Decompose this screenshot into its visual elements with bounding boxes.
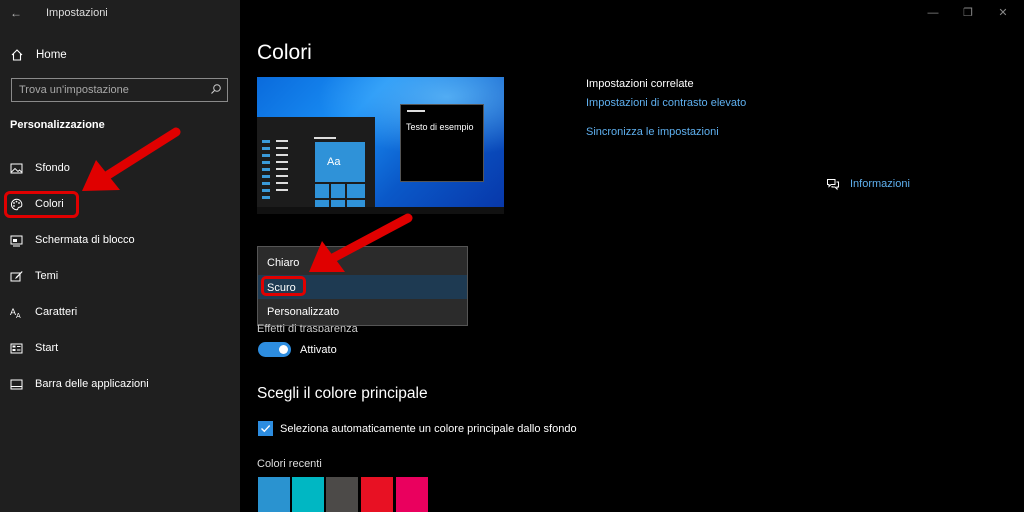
search-icon[interactable] bbox=[210, 83, 222, 95]
titlebar: ← Impostazioni bbox=[0, 0, 240, 26]
transparency-toggle[interactable] bbox=[258, 342, 291, 357]
start-icon bbox=[10, 343, 23, 353]
sidebar-item-label: Barra delle applicazioni bbox=[35, 378, 149, 390]
checkmark-icon bbox=[261, 425, 271, 433]
sidebar-item-label: Temi bbox=[35, 270, 59, 282]
preview-tile bbox=[331, 184, 345, 198]
dropdown-option-personalizzato[interactable]: Personalizzato bbox=[258, 299, 467, 323]
preview-sample-text: Testo di esempio bbox=[406, 122, 474, 132]
sidebar-item-sfondo[interactable]: Sfondo bbox=[10, 159, 70, 177]
svg-text:A: A bbox=[16, 313, 21, 319]
section-title: Personalizzazione bbox=[10, 119, 105, 131]
font-icon: AA bbox=[10, 307, 21, 319]
preview-app-list bbox=[262, 140, 272, 203]
search-box[interactable] bbox=[11, 78, 228, 102]
recent-color-swatch[interactable] bbox=[292, 477, 324, 512]
taskbar-icon bbox=[10, 379, 23, 389]
preview-app-lines bbox=[276, 140, 288, 196]
minimize-icon[interactable]: — bbox=[926, 6, 940, 20]
sidebar-item-schermata-di-blocco[interactable]: Schermata di blocco bbox=[10, 231, 135, 249]
sidebar-item-temi[interactable]: Temi bbox=[10, 267, 58, 285]
preview-window: Testo di esempio bbox=[400, 104, 484, 182]
preview-taskbar bbox=[257, 207, 504, 214]
preview-tile bbox=[315, 184, 329, 198]
sidebar: ← Impostazioni Home Personalizzazione Sf… bbox=[0, 0, 240, 512]
search-input[interactable] bbox=[19, 83, 199, 97]
picture-icon bbox=[10, 163, 23, 173]
recent-color-swatch[interactable] bbox=[396, 477, 428, 512]
dropdown-option-chiaro[interactable]: Chiaro bbox=[258, 250, 467, 274]
back-arrow-icon[interactable]: ← bbox=[10, 5, 26, 21]
info-label: Informazioni bbox=[850, 178, 910, 190]
toggle-knob bbox=[279, 345, 288, 354]
app-title: Impostazioni bbox=[46, 7, 108, 19]
chat-bubble-icon bbox=[827, 179, 839, 191]
recent-color-swatch[interactable] bbox=[361, 477, 393, 512]
recent-color-swatch[interactable] bbox=[326, 477, 358, 512]
info-link[interactable]: Informazioni bbox=[826, 177, 910, 191]
window-controls: — ❐ ✕ bbox=[914, 0, 1024, 26]
lock-screen-icon bbox=[10, 235, 23, 246]
sidebar-item-barra-delle-applicazioni[interactable]: Barra delle applicazioni bbox=[10, 375, 149, 393]
sidebar-item-start[interactable]: Start bbox=[10, 339, 58, 357]
sidebar-item-label: Sfondo bbox=[35, 162, 70, 174]
sync-settings-link[interactable]: Sincronizza le impostazioni bbox=[586, 126, 719, 138]
brush-icon bbox=[10, 270, 23, 281]
sidebar-item-caratteri[interactable]: AA Caratteri bbox=[10, 303, 77, 321]
transparency-label: Effetti di trasparenza bbox=[257, 323, 358, 332]
page-title: Colori bbox=[257, 41, 312, 64]
home-link[interactable]: Home bbox=[10, 46, 67, 64]
main-panel: — ❐ ✕ Colori Aa Testo di esempio Chiaro … bbox=[240, 0, 1024, 512]
related-settings-title: Impostazioni correlate bbox=[586, 78, 694, 90]
home-icon bbox=[11, 49, 23, 61]
auto-accent-checkbox[interactable] bbox=[258, 421, 273, 436]
accent-section-title: Scegli il colore principale bbox=[257, 385, 428, 402]
sidebar-item-label: Start bbox=[35, 342, 59, 354]
recent-color-swatch[interactable] bbox=[258, 477, 290, 512]
scuro-highlight-box bbox=[261, 276, 306, 296]
preview-tile bbox=[347, 184, 365, 198]
restore-icon[interactable]: ❐ bbox=[961, 6, 975, 20]
transparency-state-label: Attivato bbox=[300, 344, 337, 356]
preview-tile-header bbox=[314, 137, 336, 139]
preview-tile-aa: Aa bbox=[315, 142, 365, 182]
recent-colors-label: Colori recenti bbox=[257, 458, 322, 470]
sidebar-item-label: Caratteri bbox=[35, 306, 78, 318]
close-icon[interactable]: ✕ bbox=[996, 6, 1010, 20]
sidebar-item-label: Schermata di blocco bbox=[35, 234, 135, 246]
colori-highlight-box bbox=[4, 191, 79, 218]
home-label: Home bbox=[36, 49, 67, 61]
auto-accent-label: Seleziona automaticamente un colore prin… bbox=[280, 423, 577, 435]
color-preview: Aa Testo di esempio bbox=[257, 77, 504, 214]
high-contrast-link[interactable]: Impostazioni di contrasto elevato bbox=[586, 97, 746, 109]
